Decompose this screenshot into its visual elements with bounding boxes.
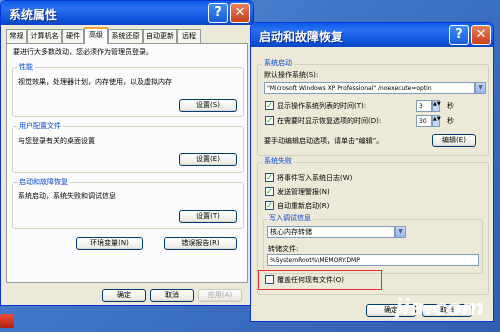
performance-group-label: 性能 bbox=[17, 62, 35, 72]
window-title: 系统属性 bbox=[9, 8, 58, 22]
manual-edit-text: 要手动编辑启动选项，请单击“编辑”。 bbox=[264, 137, 384, 145]
debug-info-label: 写入调试信息 bbox=[267, 213, 313, 223]
system-failure-label: 系统失败 bbox=[262, 156, 294, 166]
tab-general[interactable]: 常规 bbox=[6, 29, 27, 43]
cancel-button[interactable]: 取消 bbox=[150, 289, 194, 302]
overwrite-checkbox[interactable] bbox=[265, 275, 274, 284]
ok-button[interactable]: 确定 bbox=[102, 289, 146, 302]
show-os-list-label: 显示操作系统列表的时间(T): bbox=[277, 102, 367, 110]
system-properties-window: 系统属性 ? ✕ 常规 计算机名 硬件 高级 系统还原 自动更新 远程 要进行大… bbox=[0, 0, 254, 306]
recovery-spinner[interactable]: ▲▼ bbox=[432, 115, 441, 127]
startup-recovery-description: 系统启动，系统失败和调试信息 bbox=[18, 192, 116, 200]
dialog-close-icon[interactable]: ✕ bbox=[471, 25, 491, 45]
default-os-label: 默认操作系统(S): bbox=[264, 71, 319, 79]
performance-settings-button[interactable]: 设置(S) bbox=[179, 99, 237, 112]
tab-remote[interactable]: 远程 bbox=[177, 29, 201, 43]
system-startup-label: 系统启动 bbox=[262, 58, 294, 68]
startup-recovery-group-label: 启动和故障恢复 bbox=[17, 177, 70, 187]
title-bar[interactable]: 系统属性 ? ✕ bbox=[1, 1, 253, 25]
dump-type-select[interactable]: 核心内存转储 bbox=[267, 226, 395, 238]
show-os-list-checkbox[interactable]: ✓ bbox=[265, 101, 274, 110]
chevron-down-icon[interactable]: ▼ bbox=[395, 226, 406, 238]
startup-recovery-settings-button[interactable]: 设置(T) bbox=[179, 210, 237, 223]
tab-automatic-updates[interactable]: 自动更新 bbox=[143, 29, 177, 43]
auto-restart-checkbox[interactable]: ✓ bbox=[265, 201, 274, 210]
help-icon[interactable]: ? bbox=[208, 3, 228, 23]
send-alert-checkbox[interactable]: ✓ bbox=[265, 187, 274, 196]
os-list-spinner[interactable]: ▲▼ bbox=[432, 100, 441, 112]
dump-file-input[interactable]: %SystemRoot%\MEMORY.DMP bbox=[267, 254, 479, 266]
apply-button[interactable]: 应用(A) bbox=[198, 289, 242, 302]
show-recovery-label: 在需要时显示恢复选项的时间(D): bbox=[277, 117, 382, 125]
close-icon[interactable]: ✕ bbox=[230, 3, 250, 23]
advanced-panel: 要进行大多数改动，您必须作为管理员登录。 性能 视觉效果，处理器计划，内存使用，… bbox=[6, 43, 248, 283]
dialog-title: 启动和故障恢复 bbox=[259, 30, 344, 44]
tab-system-restore[interactable]: 系统还原 bbox=[108, 29, 143, 43]
user-profiles-group-label: 用户配置文件 bbox=[17, 121, 63, 131]
taskbar-app-icon[interactable] bbox=[0, 314, 14, 328]
os-list-seconds-input[interactable]: 3 bbox=[416, 100, 432, 112]
environment-variables-button[interactable]: 环境变量(N) bbox=[76, 237, 143, 250]
user-profiles-settings-button[interactable]: 设置(E) bbox=[179, 153, 237, 166]
dump-file-label: 转储文件: bbox=[268, 245, 299, 253]
startup-recovery-dialog: 启动和故障恢复 ? ✕ 系统启动 默认操作系统(S): "Microsoft W… bbox=[250, 22, 494, 322]
performance-description: 视觉效果，处理器计划，内存使用，以及虚拟内存 bbox=[18, 78, 172, 86]
send-alert-label: 发送管理警报(N) bbox=[277, 188, 330, 196]
seconds-unit: 秒 bbox=[447, 117, 454, 125]
recovery-seconds-input[interactable]: 30 bbox=[416, 115, 432, 127]
tab-advanced[interactable]: 高级 bbox=[84, 27, 108, 44]
seconds-unit: 秒 bbox=[447, 102, 454, 110]
show-recovery-checkbox[interactable]: ✓ bbox=[265, 116, 274, 125]
default-os-select[interactable]: "Microsoft Windows XP Professional" /noe… bbox=[264, 82, 475, 94]
edit-button[interactable]: 编辑(E) bbox=[432, 134, 476, 147]
chevron-down-icon[interactable]: ▼ bbox=[475, 82, 486, 94]
tab-computer-name[interactable]: 计算机名 bbox=[27, 29, 62, 43]
user-profiles-description: 与您登录有关的桌面设置 bbox=[18, 137, 95, 145]
write-event-checkbox[interactable]: ✓ bbox=[265, 173, 274, 182]
tab-hardware[interactable]: 硬件 bbox=[62, 29, 84, 43]
dialog-title-bar[interactable]: 启动和故障恢复 ? ✕ bbox=[251, 23, 493, 47]
auto-restart-label: 自动重新启动(R) bbox=[277, 202, 330, 210]
dialog-help-icon[interactable]: ? bbox=[449, 25, 469, 45]
watermark-logo: jia.com bbox=[395, 296, 485, 321]
admin-intro-text: 要进行大多数改动，您必须作为管理员登录。 bbox=[13, 48, 153, 56]
error-reporting-button[interactable]: 错误报告(R) bbox=[164, 237, 237, 250]
overwrite-label: 覆盖任何现有文件(O) bbox=[277, 276, 344, 284]
write-event-label: 将事件写入系统日志(W) bbox=[277, 174, 353, 182]
